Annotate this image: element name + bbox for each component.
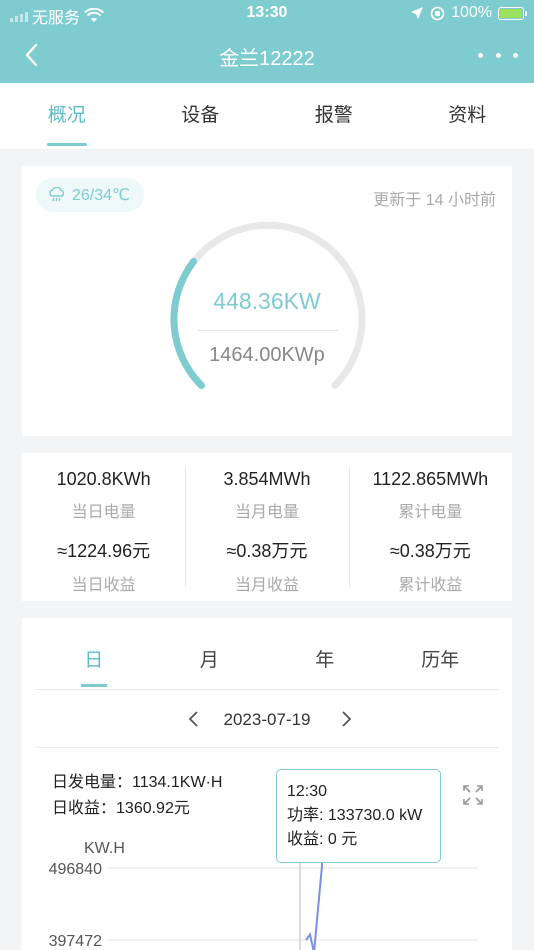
selected-date[interactable]: 2023-07-19 [36, 710, 498, 730]
main-tabs: 概况 设备 报警 资料 [0, 83, 534, 149]
daily-income-summary-value: 1360.92元 [116, 800, 190, 817]
update-time: 更新于 14 小时前 [373, 192, 496, 209]
page-title: 金兰12222 [219, 48, 315, 70]
more-button[interactable] [478, 40, 518, 70]
next-date-button[interactable] [336, 708, 356, 730]
period-tab-year[interactable]: 年 [267, 618, 383, 689]
total-income-label: 累计收益 [398, 577, 463, 594]
energy-stats-card: 1020.8KWh 当日电量 ≈1224.96元 当日收益 3.854MWh 当月电量… [22, 453, 512, 601]
monthly-income: ≈0.38万元 [226, 541, 308, 561]
tab-devices[interactable]: 设备 [134, 83, 268, 149]
total-energy: 1122.865MWh [372, 469, 489, 489]
tab-alarms[interactable]: 报警 [267, 83, 401, 149]
weather-badge: 26/34℃ [36, 178, 145, 212]
stat-column-day: 1020.8KWh 当日电量 ≈1224.96元 当日收益 [22, 453, 185, 601]
daily-generation-label: 日发电量： [52, 774, 133, 791]
more-icon [478, 52, 483, 58]
daily-energy: 1020.8KWh [56, 469, 151, 489]
battery-percent: 100% [451, 4, 492, 21]
installed-capacity: 1464.00KWp [209, 344, 325, 366]
y-tick-label: 496840 [49, 861, 102, 878]
status-bar: 无服务 13:30 100% [0, 0, 534, 28]
tooltip-time: 12:30 [287, 783, 328, 800]
location-icon [411, 7, 424, 19]
nav-bar: 金兰12222 [0, 28, 534, 83]
period-tab-all-years[interactable]: 历年 [383, 618, 499, 689]
period-tab-month[interactable]: 月 [152, 618, 268, 689]
tooltip-income: 收益: 0 元 [287, 831, 358, 848]
stat-column-month: 3.854MWh 当月电量 ≈0.38万元 当月收益 [185, 453, 348, 601]
total-energy-label: 累计电量 [398, 504, 463, 521]
header: 无服务 13:30 100% 金兰12222 [0, 0, 534, 83]
monthly-energy-label: 当月电量 [234, 504, 299, 521]
tab-overview[interactable]: 概况 [0, 83, 134, 149]
daily-summary: 日发电量：1134.1KW·H 日收益：1360.92元 [52, 770, 222, 822]
rain-cloud-icon [49, 187, 65, 202]
daily-income-label: 当日收益 [71, 577, 136, 594]
battery-icon [498, 6, 527, 20]
period-tab-day[interactable]: 日 [36, 618, 152, 689]
stat-column-total: 1122.865MWh 累计电量 ≈0.38万元 累计收益 [348, 453, 512, 601]
current-power: 448.36KW [213, 288, 321, 314]
power-overview-card: 26/34℃ 更新于 14 小时前 448.36KW 1464.00KWp [22, 166, 512, 436]
series-line [305, 858, 323, 950]
monthly-income-label: 当月收益 [234, 577, 299, 594]
monthly-energy: 3.854MWh [223, 469, 311, 489]
y-tick-label: 397472 [49, 933, 102, 950]
gauge-divider [198, 330, 338, 331]
chart-tooltip: 12:30 功率: 133730.0 kW 收益: 0 元 [276, 769, 441, 863]
orientation-lock-icon [430, 6, 445, 20]
date-picker: 2023-07-19 [36, 690, 498, 748]
daily-income: ≈1224.96元 [57, 541, 151, 561]
tab-documents[interactable]: 资料 [401, 83, 534, 149]
generation-chart-card: 日 月 年 历年 2023-07-19 日发电量：1134.1KW·H 日收益：… [22, 618, 512, 950]
daily-generation-value: 1134.1KW·H [132, 774, 223, 791]
daily-income-summary-label: 日收益： [52, 800, 117, 817]
period-tabs: 日 月 年 历年 [36, 618, 498, 690]
tooltip-power: 功率: 133730.0 kW [287, 807, 423, 824]
total-income: ≈0.38万元 [389, 541, 471, 561]
daily-energy-label: 当日电量 [71, 504, 136, 521]
temperature-text: 26/34℃ [72, 187, 131, 204]
fullscreen-icon[interactable] [462, 784, 484, 806]
